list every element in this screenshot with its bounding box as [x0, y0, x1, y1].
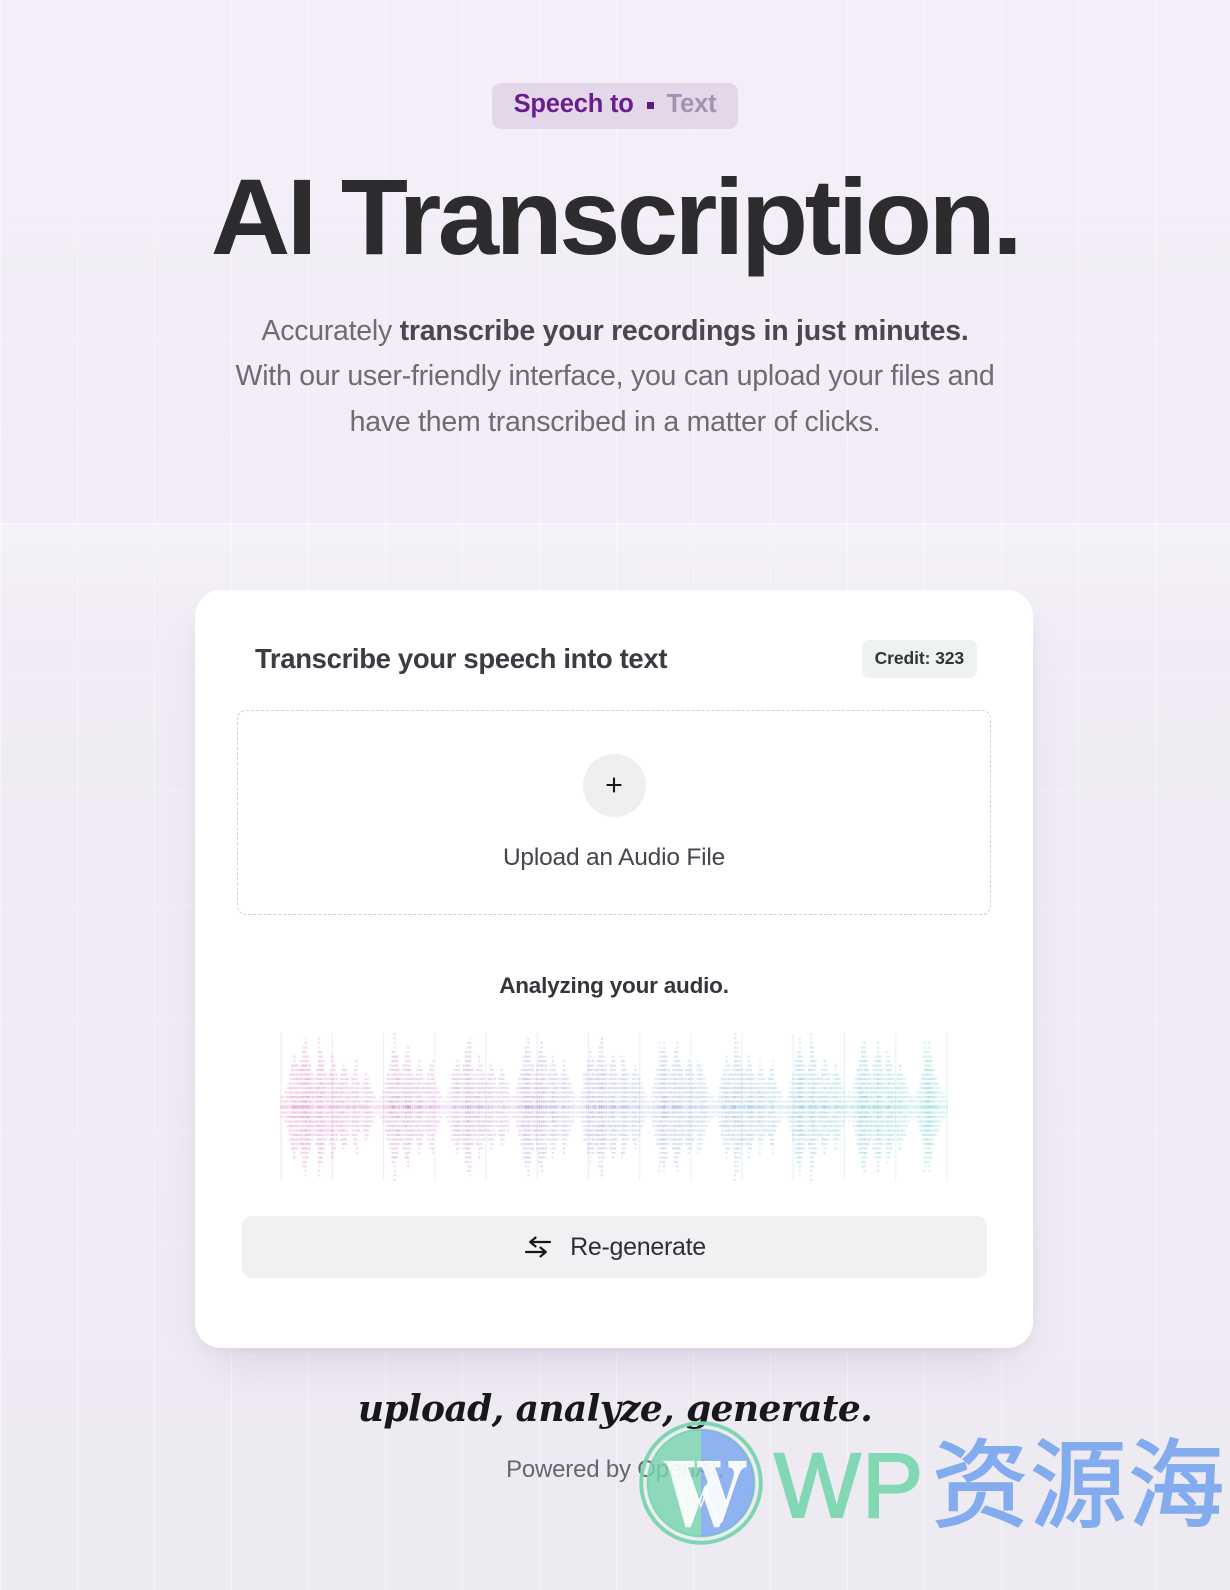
hero-subtitle-emphasis: transcribe your recordings in just minut…: [399, 314, 969, 347]
hero-section: Speech to Text AI Transcription. Accurat…: [0, 0, 1230, 445]
eyebrow-separator-dot-icon: [646, 102, 654, 110]
card-header: Transcribe your speech into text Credit:…: [237, 630, 991, 678]
card-title: Transcribe your speech into text: [255, 643, 668, 674]
swap-arrows-icon: [523, 1235, 553, 1259]
footer-tagline: upload, analyze, generate.: [357, 1388, 873, 1430]
hero-subtitle: Accurately transcribe your recordings in…: [234, 309, 996, 446]
page-title: AI Transcription.: [210, 155, 1023, 277]
footer: upload, analyze, generate. Powered by Op…: [0, 1388, 1230, 1484]
regenerate-button-label: Re-generate: [570, 1232, 706, 1261]
plus-icon: [602, 773, 626, 797]
analysis-status-text: Analyzing your audio.: [499, 973, 729, 998]
hero-subtitle-tail: With our user-friendly interface, you ca…: [235, 360, 995, 438]
eyebrow-secondary-label: Text: [666, 90, 717, 118]
footer-powered-by: Powered by OpenAI.: [506, 1456, 724, 1483]
eyebrow-badge: Speech to Text: [491, 83, 739, 129]
audio-waveform: [237, 1027, 991, 1187]
waveform-canvas: [280, 1031, 948, 1183]
eyebrow-primary-label: Speech to: [513, 90, 634, 118]
regenerate-button[interactable]: Re-generate: [242, 1216, 987, 1278]
upload-dropzone-label: Upload an Audio File: [502, 843, 726, 871]
page-root: Speech to Text AI Transcription. Accurat…: [0, 0, 1230, 1590]
credit-badge: Credit: 323: [861, 640, 977, 678]
hero-subtitle-lead: Accurately: [261, 314, 400, 347]
upload-dropzone[interactable]: Upload an Audio File: [237, 710, 991, 915]
add-file-button[interactable]: [582, 753, 646, 817]
